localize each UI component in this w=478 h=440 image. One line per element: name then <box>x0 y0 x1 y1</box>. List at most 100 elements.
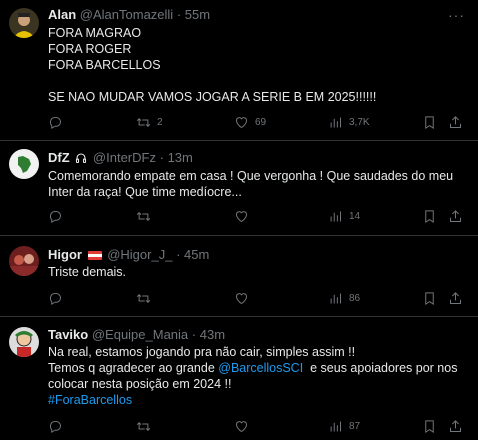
share-icon <box>450 419 461 432</box>
tweet-taviko[interactable]: Taviko @Equipe_Mania · 43m Na real, esta… <box>0 317 478 440</box>
author-handle[interactable]: @InterDFz <box>93 150 156 165</box>
reply-button[interactable] <box>48 114 63 130</box>
like-button[interactable] <box>234 418 255 434</box>
reply-icon <box>49 210 61 223</box>
author-name[interactable]: Alan <box>48 7 76 22</box>
like-count: 69 <box>255 116 267 128</box>
like-button[interactable] <box>234 290 255 306</box>
tweet-actions: 2 69 3,7K <box>48 114 468 130</box>
views-count: 3,7K <box>349 116 370 128</box>
views-count: 14 <box>349 210 361 222</box>
like-button[interactable]: 69 <box>234 114 266 130</box>
retweet-button[interactable]: 2 <box>136 114 163 130</box>
author-name[interactable]: Higor <box>48 247 82 262</box>
share-button[interactable] <box>448 290 463 306</box>
bookmark-icon <box>425 209 434 223</box>
author-handle[interactable]: @Higor_J_ <box>107 247 172 262</box>
views-button[interactable]: 87 <box>328 418 360 434</box>
tweet-text: FORA MAGRAO FORA ROGER FORA BARCELLOS SE… <box>48 25 460 105</box>
retweet-button[interactable] <box>136 208 157 224</box>
bookmark-icon <box>425 419 434 433</box>
share-button[interactable] <box>448 418 463 434</box>
tweet-feed: Alan @AlanTomazelli · 55m ··· FORA MAGRA… <box>0 0 478 440</box>
tweet-line: #ForaBarcellos <box>48 392 460 408</box>
timestamp[interactable]: 43m <box>200 327 225 342</box>
separator-dot: · <box>176 7 182 22</box>
mention-link[interactable]: @BarcellosSCI <box>218 361 303 375</box>
views-button[interactable]: 86 <box>328 290 360 306</box>
heart-icon <box>236 116 247 128</box>
tweet-actions: 87 <box>48 418 468 434</box>
author-handle[interactable]: @AlanTomazelli <box>80 7 173 22</box>
timestamp[interactable]: 55m <box>185 7 210 22</box>
tweet-line: Comemorando empate em casa ! Que vergonh… <box>48 169 454 183</box>
like-button[interactable] <box>234 208 255 224</box>
retweet-icon <box>136 117 151 127</box>
retweet-icon <box>136 211 151 221</box>
tweet-line: Na real, estamos jogando pra não cair, s… <box>48 345 356 359</box>
bookmark-icon <box>425 115 434 129</box>
avatar[interactable] <box>9 246 39 276</box>
author-name[interactable]: DfZ <box>48 150 70 165</box>
views-count: 87 <box>349 420 361 432</box>
reply-icon <box>49 116 61 129</box>
tweet-line <box>48 73 460 89</box>
separator-dot: · <box>191 327 197 342</box>
share-icon <box>450 115 461 128</box>
heart-icon <box>236 420 247 432</box>
separator-dot: · <box>159 150 164 165</box>
reply-icon <box>49 420 61 433</box>
retweet-count: 2 <box>157 116 163 128</box>
text-segment: Temos q agradecer ao grande <box>48 361 219 375</box>
author-handle[interactable]: @Equipe_Mania <box>92 327 188 342</box>
tweet-line: FORA MAGRAO <box>48 26 142 40</box>
timestamp[interactable]: 45m <box>184 247 209 262</box>
views-icon <box>330 211 341 221</box>
timestamp[interactable]: 13m <box>168 150 193 165</box>
tweet-line: Triste demais. <box>48 265 127 279</box>
tweet-line: FORA BARCELLOS <box>48 58 161 72</box>
bookmark-icon <box>425 291 434 305</box>
retweet-button[interactable] <box>136 418 157 434</box>
bookmark-button[interactable] <box>422 208 437 224</box>
tweet-line: colocar nesta posição em 2024 !! <box>48 377 232 391</box>
reply-icon <box>49 292 61 305</box>
avatar[interactable] <box>9 327 39 357</box>
tweet-text: Triste demais. <box>48 264 460 280</box>
separator-dot: · <box>176 247 181 262</box>
views-button[interactable]: 3,7K <box>328 114 370 130</box>
share-icon <box>450 291 461 304</box>
retweet-button[interactable] <box>136 290 157 306</box>
views-icon <box>330 117 341 127</box>
tweet-line: FORA ROGER <box>48 42 132 56</box>
share-button[interactable] <box>448 114 463 130</box>
tweet-text: Na real, estamos jogando pra não cair, s… <box>48 344 460 408</box>
reply-button[interactable] <box>48 208 63 224</box>
tweet-alan[interactable]: Alan @AlanTomazelli · 55m ··· FORA MAGRA… <box>0 0 478 141</box>
heart-icon <box>236 292 247 304</box>
hashtag-link[interactable]: #ForaBarcellos <box>48 393 132 407</box>
flag-icon <box>87 251 102 260</box>
text-segment: e seus apoiadores por nos <box>303 361 458 375</box>
views-icon <box>330 421 341 431</box>
bookmark-button[interactable] <box>422 290 437 306</box>
bookmark-button[interactable] <box>422 418 437 434</box>
tweet-dfz[interactable]: DfZ @InterDFz · 13m Comemorando empate e… <box>0 141 478 236</box>
tweet-actions: 86 <box>48 290 468 306</box>
reply-button[interactable] <box>48 418 63 434</box>
tweet-actions: 14 <box>48 208 468 224</box>
avatar[interactable] <box>9 149 39 179</box>
bookmark-button[interactable] <box>422 114 437 130</box>
reply-button[interactable] <box>48 290 63 306</box>
tweet-line: Temos q agradecer ao grande @BarcellosSC… <box>48 360 460 376</box>
tweet-line: Inter da raça! Que time medíocre... <box>48 185 242 199</box>
more-icon[interactable]: ··· <box>448 8 464 26</box>
share-button[interactable] <box>448 208 463 224</box>
tweet-higor[interactable]: Higor @Higor_J_ · 45m Triste demais. 86 <box>0 236 478 317</box>
share-icon <box>450 209 461 222</box>
avatar[interactable] <box>9 8 39 38</box>
author-name[interactable]: Taviko <box>48 327 88 342</box>
retweet-icon <box>136 421 151 431</box>
headphones-icon <box>75 152 87 168</box>
views-button[interactable]: 14 <box>328 208 360 224</box>
